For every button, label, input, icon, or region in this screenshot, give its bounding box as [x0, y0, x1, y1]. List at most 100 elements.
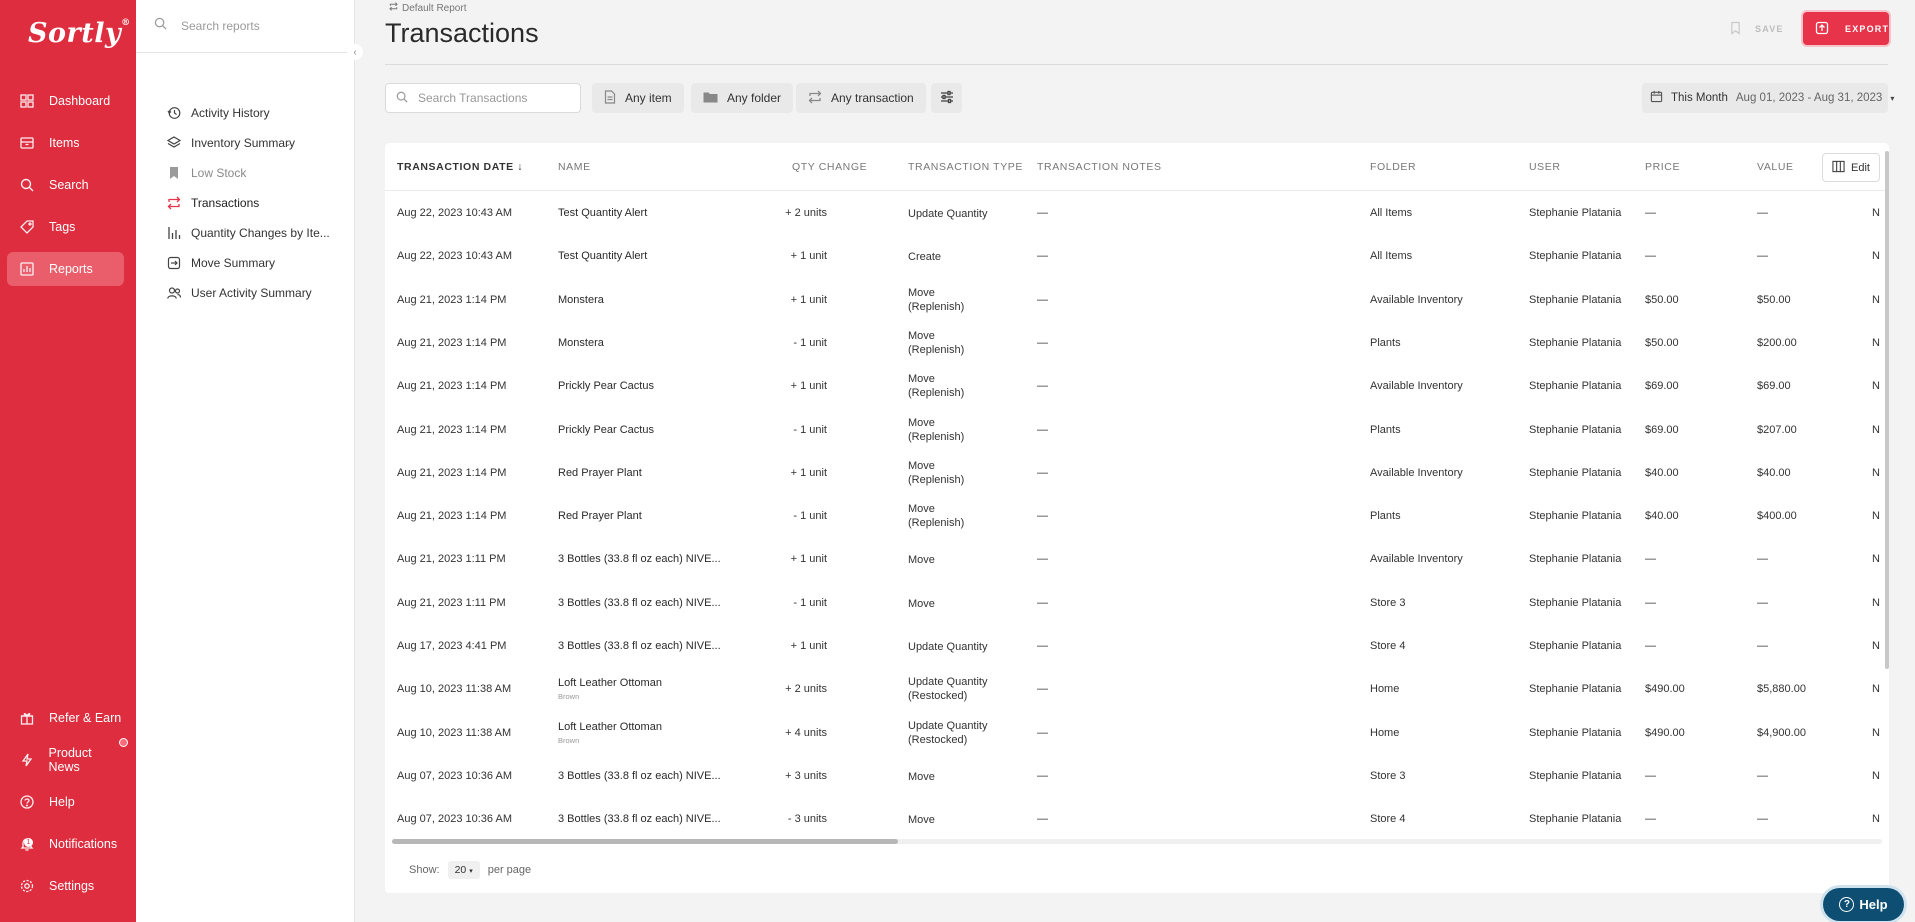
nav-item-product-news[interactable]: Product News: [7, 743, 124, 777]
column-header-value[interactable]: VALUE: [1757, 161, 1794, 173]
column-header-folder[interactable]: FOLDER: [1370, 161, 1416, 173]
gift-icon: [19, 710, 35, 726]
cell-date: Aug 21, 2023 1:11 PM: [397, 596, 506, 609]
nav-item-dashboard[interactable]: Dashboard: [7, 84, 124, 118]
sidebar-item-move-summary[interactable]: Move Summary: [166, 252, 275, 274]
table-row[interactable]: Aug 21, 2023 1:14 PM Prickly Pear Cactus -…: [385, 409, 1889, 452]
per-page-label: per page: [487, 864, 532, 876]
column-header-transaction-date[interactable]: TRANSACTION DATE ↓: [397, 161, 523, 173]
breadcrumb[interactable]: Default Report: [389, 2, 466, 14]
sidebar-item-activity-history[interactable]: Activity History: [166, 102, 270, 124]
column-header-price[interactable]: PRICE: [1645, 161, 1680, 173]
cell-name[interactable]: 3 Bottles (33.8 fl oz each) NIVE...: [558, 770, 721, 782]
table-row[interactable]: Aug 21, 2023 1:11 PM 3 Bottles (33.8 fl o…: [385, 582, 1889, 625]
sidebar-item-inventory-summary[interactable]: Inventory Summary: [166, 132, 295, 154]
cell-date: Aug 22, 2023 10:43 AM: [397, 207, 512, 219]
folder-filter[interactable]: Any folder: [691, 83, 794, 113]
cell-name[interactable]: Loft Leather Ottoman Brown: [558, 721, 662, 745]
table-row[interactable]: Aug 22, 2023 10:43 AM Test Quantity Alert…: [385, 192, 1889, 235]
report-search-input[interactable]: Search reports: [136, 0, 355, 53]
collapse-sidebar-button[interactable]: ‹: [347, 44, 363, 60]
transaction-filter[interactable]: Any transaction: [796, 83, 926, 113]
save-button[interactable]: SAVE: [1720, 14, 1800, 44]
table-row[interactable]: Aug 10, 2023 11:38 AM Loft Leather Ottoma…: [385, 668, 1889, 711]
cell-name[interactable]: Test Quantity Alert: [558, 207, 647, 219]
cell-overflow: N: [1872, 683, 1880, 696]
cell-folder: All Items: [1370, 250, 1413, 263]
table-row[interactable]: Aug 17, 2023 4:41 PM 3 Bottles (33.8 fl o…: [385, 625, 1889, 668]
nav-label: Dashboard: [49, 94, 111, 108]
column-header-qty-change[interactable]: QTY CHANGE: [792, 161, 867, 173]
date-range-filter[interactable]: This Month Aug 01, 2023 - Aug 31, 2023 ▾: [1642, 83, 1894, 113]
history-icon: [166, 105, 182, 121]
cell-price: $69.00: [1645, 423, 1679, 436]
cell-name[interactable]: 3 Bottles (33.8 fl oz each) NIVE...: [558, 640, 721, 652]
cell-user: Stephanie Platania: [1529, 293, 1622, 306]
cell-date: Aug 22, 2023 10:43 AM: [397, 250, 512, 263]
table-row[interactable]: Aug 21, 2023 1:14 PM Red Prayer Plant + 1 …: [385, 452, 1889, 495]
nav-item-refer-earn[interactable]: Refer & Earn: [7, 701, 124, 735]
export-label: EXPORT: [1845, 23, 1890, 34]
nav-item-reports[interactable]: Reports: [7, 252, 124, 286]
cell-name[interactable]: 3 Bottles (33.8 fl oz each) NIVE...: [558, 597, 721, 609]
column-header-user[interactable]: USER: [1529, 161, 1561, 173]
cell-name[interactable]: Monstera: [558, 337, 604, 349]
column-header-transaction-type[interactable]: TRANSACTION TYPE: [908, 161, 1023, 173]
nav-item-search[interactable]: Search: [7, 168, 124, 202]
nav-item-help[interactable]: Help: [7, 785, 124, 819]
sortly-logo[interactable]: Sortly®: [28, 18, 131, 49]
transaction-search-placeholder: Search Transactions: [418, 91, 528, 105]
cell-transaction-type: Move: [908, 554, 935, 567]
cell-name[interactable]: 3 Bottles (33.8 fl oz each) NIVE...: [558, 813, 721, 825]
cell-notes: —: [1037, 683, 1048, 696]
table-row[interactable]: Aug 10, 2023 11:38 AM Loft Leather Ottoma…: [385, 712, 1889, 755]
cell-notes: —: [1037, 640, 1048, 652]
cell-date: Aug 21, 2023 1:14 PM: [397, 423, 507, 436]
cell-transaction-type: Move (Replenish): [908, 373, 965, 400]
table-row[interactable]: Aug 07, 2023 10:36 AM 3 Bottles (33.8 fl …: [385, 755, 1889, 798]
cell-name[interactable]: 3 Bottles (33.8 fl oz each) NIVE...: [558, 553, 721, 565]
cell-user: Stephanie Platania: [1529, 769, 1622, 782]
table-row[interactable]: Aug 22, 2023 10:43 AM Test Quantity Alert…: [385, 235, 1889, 278]
table-row[interactable]: Aug 21, 2023 1:11 PM 3 Bottles (33.8 fl o…: [385, 538, 1889, 581]
horizontal-scrollbar-thumb[interactable]: [392, 839, 898, 844]
column-header-transaction-notes[interactable]: TRANSACTION NOTES: [1037, 161, 1162, 173]
sidebar-item-user-activity-summary[interactable]: User Activity Summary: [166, 282, 312, 304]
nav-item-tags[interactable]: Tags: [7, 210, 124, 244]
nav-item-settings[interactable]: Settings: [7, 869, 124, 903]
cell-transaction-type: Move: [908, 814, 935, 827]
cell-name[interactable]: Test Quantity Alert: [558, 250, 647, 262]
caret-down-icon: ▾: [469, 868, 473, 875]
cell-price: —: [1645, 553, 1656, 566]
help-chat-button[interactable]: ? Help: [1823, 888, 1904, 921]
transaction-search-input[interactable]: Search Transactions: [385, 83, 581, 113]
cell-folder: Plants: [1370, 336, 1401, 349]
cell-folder: Home: [1370, 726, 1400, 739]
edit-columns-button[interactable]: Edit: [1822, 153, 1880, 182]
cell-value: $207.00: [1757, 423, 1797, 436]
cell-name[interactable]: Loft Leather Ottoman Brown: [558, 677, 662, 701]
vertical-scrollbar-thumb[interactable]: [1885, 151, 1889, 669]
table-row[interactable]: Aug 21, 2023 1:14 PM Monstera + 1 unit Move…: [385, 279, 1889, 322]
sidebar-item-transactions[interactable]: Transactions: [166, 192, 259, 214]
table-row[interactable]: Aug 07, 2023 10:36 AM 3 Bottles (33.8 fl …: [385, 798, 1889, 841]
item-filter[interactable]: Any item: [592, 83, 684, 113]
sidebar-item-low-stock[interactable]: Low Stock: [166, 162, 246, 184]
nav-item-items[interactable]: Items: [7, 126, 124, 160]
cell-name[interactable]: Red Prayer Plant: [558, 510, 642, 522]
table-row[interactable]: Aug 21, 2023 1:14 PM Prickly Pear Cactus +…: [385, 365, 1889, 408]
cell-notes: —: [1037, 336, 1048, 349]
cell-folder: Home: [1370, 683, 1400, 696]
table-row[interactable]: Aug 21, 2023 1:14 PM Monstera - 1 unit Move…: [385, 322, 1889, 365]
cell-name[interactable]: Prickly Pear Cactus: [558, 380, 654, 392]
table-row[interactable]: Aug 21, 2023 1:14 PM Red Prayer Plant - 1 …: [385, 495, 1889, 538]
sidebar-item-quantity-changes[interactable]: Quantity Changes by Ite...: [166, 222, 330, 244]
advanced-filters-button[interactable]: [931, 83, 962, 113]
page-size-select[interactable]: 20 ▾: [447, 861, 480, 879]
cell-name[interactable]: Monstera: [558, 294, 604, 306]
export-button[interactable]: EXPORT: [1803, 12, 1889, 45]
cell-name[interactable]: Red Prayer Plant: [558, 467, 642, 479]
column-header-name[interactable]: NAME: [558, 161, 591, 173]
cell-name[interactable]: Prickly Pear Cactus: [558, 424, 654, 436]
cell-price: $69.00: [1645, 380, 1679, 393]
